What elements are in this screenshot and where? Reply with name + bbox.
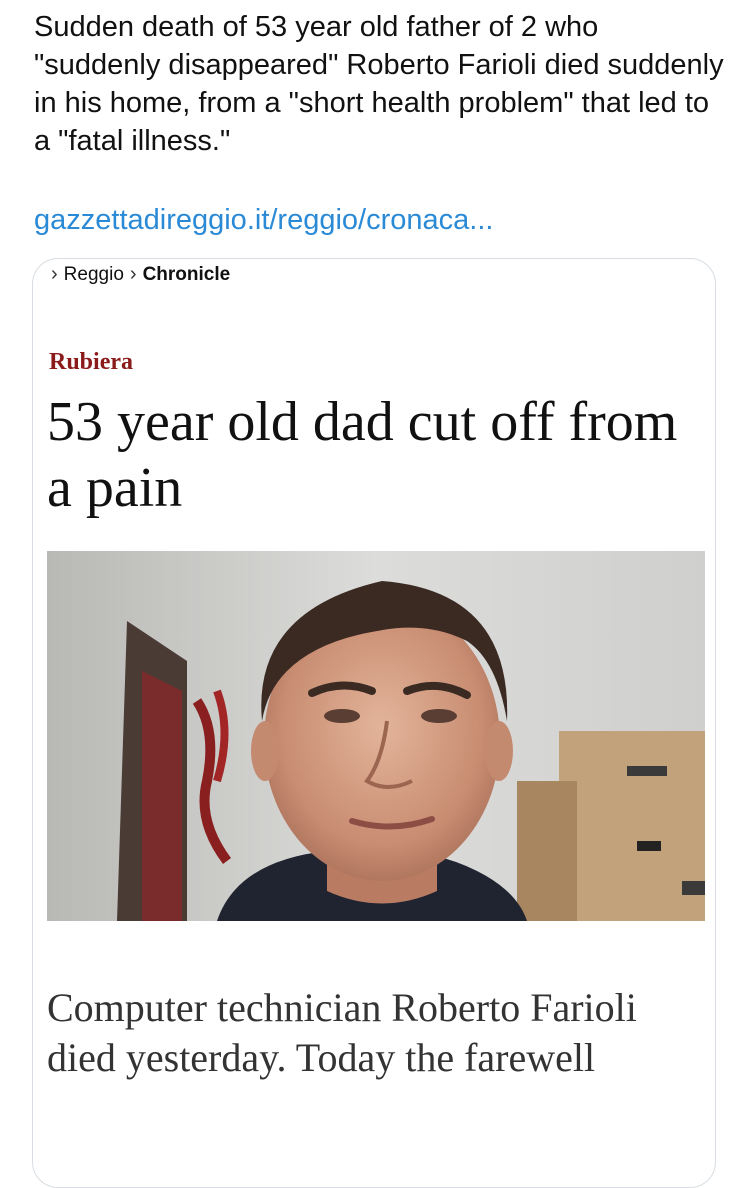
chevron-right-icon: › [129, 263, 137, 285]
tweet-link[interactable]: gazzettadireggio.it/reggio/cronaca... [34, 201, 724, 239]
breadcrumb: › Reggio › Chronicle [51, 263, 230, 286]
portrait-photo [47, 551, 705, 921]
link-preview-card[interactable]: › Reggio › Chronicle Rubiera 53 year old… [32, 258, 716, 1188]
breadcrumb-item-reggio[interactable]: Reggio [64, 264, 124, 286]
article-photo [47, 551, 705, 921]
article-kicker: Rubiera [49, 349, 133, 375]
article-headline: 53 year old dad cut off from a pain [47, 391, 678, 519]
article-subheadline: Computer technician Roberto Farioli died… [47, 985, 637, 1080]
tweet-text: Sudden death of 53 year old father of 2 … [34, 11, 724, 157]
chevron-right-icon: › [51, 263, 58, 285]
breadcrumb-item-chronicle[interactable]: Chronicle [143, 264, 231, 286]
